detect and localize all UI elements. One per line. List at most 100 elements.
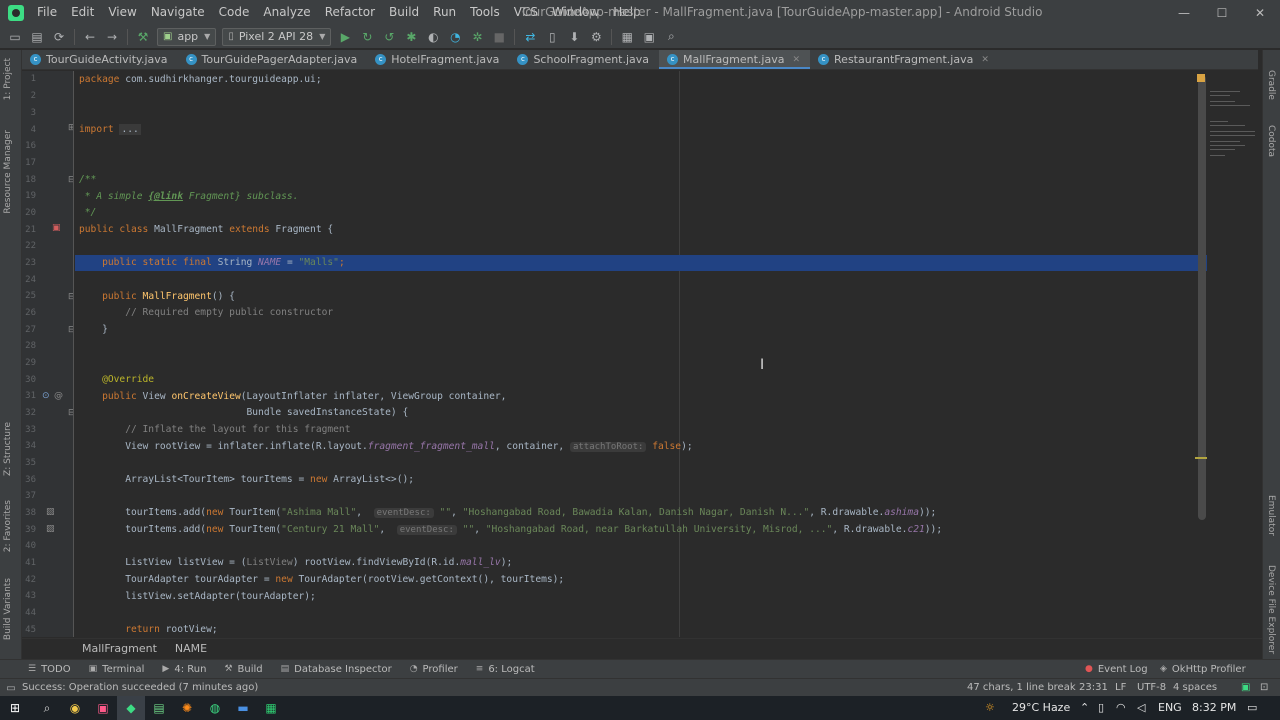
close-tab-icon[interactable]: ✕ xyxy=(981,55,989,65)
avd-manager-icon[interactable]: ▯ xyxy=(541,27,563,47)
save-all-icon[interactable]: ▤ xyxy=(26,27,48,47)
volume-icon[interactable]: ◁ xyxy=(1137,696,1145,720)
windows-start-icon[interactable]: ⊞ xyxy=(0,696,30,720)
search-icon[interactable]: ⌕ xyxy=(660,27,682,47)
minimize-button[interactable]: — xyxy=(1165,0,1203,25)
implemented-class-icon[interactable]: ▣ xyxy=(52,223,61,233)
error-stripe-mark[interactable] xyxy=(1195,457,1207,459)
back-arrow-icon[interactable]: ← xyxy=(79,27,101,47)
status-message[interactable]: Success: Operation succeeded (7 minutes … xyxy=(22,682,258,693)
tab-schoolfragment[interactable]: c SchoolFragment.java xyxy=(509,50,659,69)
taskbar-android-studio-icon[interactable]: ◆ xyxy=(117,696,145,720)
taskbar-xd-icon[interactable]: ▣ xyxy=(89,696,117,720)
menu-view[interactable]: View xyxy=(101,0,143,25)
tab-tourguidepageradapter[interactable]: c TourGuidePagerAdapter.java xyxy=(178,50,368,69)
project-structure-icon[interactable]: ▦ xyxy=(616,27,638,47)
debug-icon[interactable]: ✱ xyxy=(400,27,422,47)
sdk-manager-icon[interactable]: ⬇ xyxy=(563,27,585,47)
taskbar-camtasia-icon[interactable]: ▤ xyxy=(145,696,173,720)
taskbar-search-icon[interactable]: ⌕ xyxy=(33,696,61,720)
codota-tool-window[interactable]: Codota xyxy=(1266,125,1276,157)
apply-changes-icon[interactable]: ↻ xyxy=(356,27,378,47)
menu-tools[interactable]: Tools xyxy=(463,0,507,25)
device-file-explorer-tool-window[interactable]: Device File Explorer xyxy=(1266,565,1276,654)
profiler-tool-button[interactable]: ◔ Profiler xyxy=(410,664,458,675)
structure-tool-window[interactable]: Z: Structure xyxy=(3,422,13,476)
run-tool-button[interactable]: ▶ 4: Run xyxy=(162,664,206,675)
stop-icon[interactable]: ■ xyxy=(488,27,510,47)
menu-build[interactable]: Build xyxy=(382,0,426,25)
caret-position[interactable]: 23:31 xyxy=(1079,679,1108,696)
build-variants-tool-window[interactable]: Build Variants xyxy=(3,578,13,640)
logcat-tool-button[interactable]: ≡ 6: Logcat xyxy=(476,664,535,675)
image-preview-icon[interactable]: ▨ xyxy=(46,524,55,534)
close-button[interactable]: ✕ xyxy=(1241,0,1279,25)
line-separator[interactable]: LF xyxy=(1115,679,1126,696)
close-tab-icon[interactable]: ✕ xyxy=(792,55,800,65)
forward-arrow-icon[interactable]: → xyxy=(101,27,123,47)
maximize-button[interactable]: ☐ xyxy=(1203,0,1241,25)
gradle-tool-window[interactable]: Gradle xyxy=(1266,70,1276,100)
device-manager-icon[interactable]: ▣ xyxy=(638,27,660,47)
taskbar-whatsapp-icon[interactable]: ◍ xyxy=(201,696,229,720)
taskbar-chrome-icon[interactable]: ◉ xyxy=(61,696,89,720)
attach-debugger-icon[interactable]: ✲ xyxy=(466,27,488,47)
file-encoding[interactable]: UTF-8 xyxy=(1137,679,1166,696)
menu-refactor[interactable]: Refactor xyxy=(318,0,382,25)
project-tool-window[interactable]: 1: Project xyxy=(3,58,13,100)
image-preview-icon[interactable]: ▨ xyxy=(46,507,55,517)
menu-navigate[interactable]: Navigate xyxy=(144,0,212,25)
tab-hotelfragment[interactable]: c HotelFragment.java xyxy=(367,50,509,69)
breadcrumb-member[interactable]: NAME xyxy=(175,642,207,655)
terminal-tool-button[interactable]: ▣ Terminal xyxy=(89,664,145,675)
sync-icon[interactable]: ⟳ xyxy=(48,27,70,47)
database-inspector-tool-button[interactable]: ▤ Database Inspector xyxy=(281,664,392,675)
fold-icon[interactable]: ⊟ xyxy=(68,292,73,302)
menu-analyze[interactable]: Analyze xyxy=(256,0,317,25)
menu-run[interactable]: Run xyxy=(426,0,463,25)
module-selector[interactable]: ▣ app ▼ xyxy=(157,27,217,46)
fold-icon[interactable]: ⊟ xyxy=(68,408,73,418)
device-selector[interactable]: ▯ Pixel 2 API 28 ▼ xyxy=(222,27,332,46)
minimap[interactable] xyxy=(1207,71,1262,637)
taskbar-zoom-icon[interactable]: ▬ xyxy=(229,696,257,720)
tab-mallfragment[interactable]: c MallFragment.java ✕ xyxy=(659,50,811,69)
make-project-hammer-icon[interactable]: ⚒ xyxy=(132,27,154,47)
taskbar-app-icon[interactable]: ▦ xyxy=(257,696,285,720)
tab-tourguideactivity[interactable]: c TourGuideActivity.java xyxy=(22,50,178,69)
favorites-tool-window[interactable]: 2: Favorites xyxy=(3,500,13,552)
run-coverage-icon[interactable]: ◐ xyxy=(422,27,444,47)
folded-imports[interactable]: ... xyxy=(119,124,141,135)
lock-icon[interactable]: ⊡ xyxy=(1260,679,1268,696)
tray-chevron-icon[interactable]: ⌃ xyxy=(1080,696,1089,720)
okhttp-profiler-tool-button[interactable]: ◈ OkHttp Profiler xyxy=(1160,664,1246,675)
language-indicator[interactable]: ENG xyxy=(1158,696,1182,720)
emulator-tool-window[interactable]: Emulator xyxy=(1266,495,1276,536)
apply-code-changes-icon[interactable]: ↺ xyxy=(378,27,400,47)
fold-icon[interactable]: ⊟ xyxy=(68,175,73,185)
event-log-tool-button[interactable]: ● Event Log xyxy=(1085,664,1148,675)
battery-icon[interactable]: ▯ xyxy=(1098,696,1104,720)
build-tool-button[interactable]: ⚒ Build xyxy=(224,664,262,675)
menu-code[interactable]: Code xyxy=(212,0,257,25)
tab-restaurantfragment[interactable]: c RestaurantFragment.java ✕ xyxy=(810,50,999,69)
resource-manager-tool-window[interactable]: Resource Manager xyxy=(3,130,13,214)
open-folder-icon[interactable]: ▭ xyxy=(4,27,26,47)
clock[interactable]: 8:32 PM xyxy=(1192,696,1236,720)
run-icon[interactable]: ▶ xyxy=(334,27,356,47)
menu-edit[interactable]: Edit xyxy=(64,0,101,25)
taskbar-blender-icon[interactable]: ✺ xyxy=(173,696,201,720)
override-at-icon[interactable]: @ xyxy=(54,391,63,401)
profile-icon[interactable]: ◔ xyxy=(444,27,466,47)
fold-icon[interactable]: ⊟ xyxy=(68,325,73,335)
toggle-tool-windows-icon[interactable]: ▭ xyxy=(2,678,20,698)
vertical-scrollbar[interactable] xyxy=(1198,75,1206,520)
indent-setting[interactable]: 4 spaces xyxy=(1173,679,1217,696)
override-marker-icon[interactable]: ⊙ xyxy=(42,391,50,401)
gradle-sync-icon[interactable]: ⇄ xyxy=(519,27,541,47)
weather-text[interactable]: 29°C Haze xyxy=(1012,696,1070,720)
notifications-icon[interactable]: ▭ xyxy=(1247,696,1257,720)
breadcrumb-class[interactable]: MallFragment xyxy=(82,642,157,655)
wifi-icon[interactable]: ◠ xyxy=(1116,696,1126,720)
fold-icon[interactable]: ⊞ xyxy=(68,123,73,133)
